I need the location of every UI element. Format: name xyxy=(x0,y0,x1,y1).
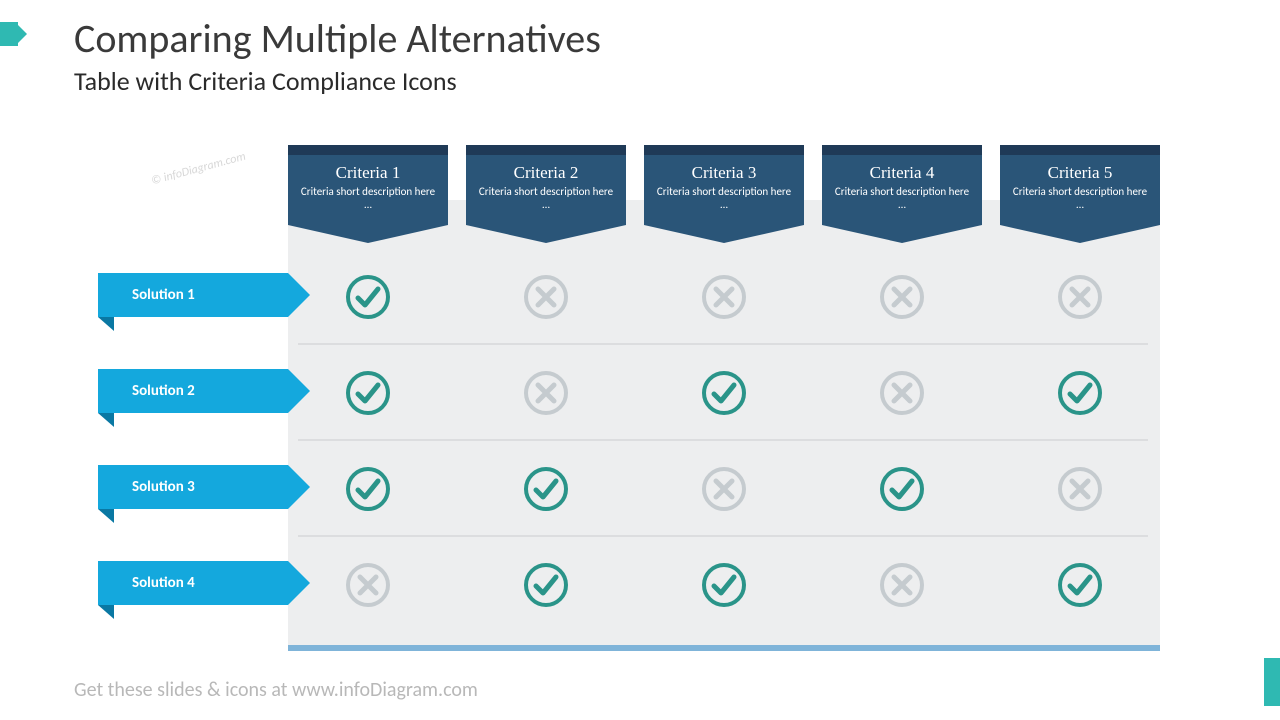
solution-label-wrap: Solution 1 xyxy=(98,273,288,317)
row-cells xyxy=(288,249,1160,345)
cross-circle-icon xyxy=(1056,465,1104,513)
compliance-cell xyxy=(288,369,448,417)
solution-label: Solution 3 xyxy=(98,465,288,509)
solution-label-wrap: Solution 2 xyxy=(98,369,288,413)
table-row: Solution 3 xyxy=(138,441,1168,537)
compliance-cell xyxy=(466,369,626,417)
solution-rows: Solution 1Solution 2Solution 3Solution 4 xyxy=(138,249,1168,633)
compliance-cell xyxy=(822,561,982,609)
table-row: Solution 4 xyxy=(138,537,1168,633)
compliance-cell xyxy=(822,465,982,513)
compliance-cell xyxy=(1000,561,1160,609)
check-circle-icon xyxy=(1056,561,1104,609)
title-block: Comparing Multiple Alternatives Table wi… xyxy=(74,14,601,97)
criteria-title: Criteria 3 xyxy=(654,163,794,183)
page-subtitle: Table with Criteria Compliance Icons xyxy=(74,65,601,97)
cross-circle-icon xyxy=(878,273,926,321)
cross-circle-icon xyxy=(878,561,926,609)
check-circle-icon xyxy=(522,561,570,609)
compliance-cell xyxy=(466,465,626,513)
criteria-title: Criteria 2 xyxy=(476,163,616,183)
cross-circle-icon xyxy=(878,369,926,417)
criteria-title: Criteria 4 xyxy=(832,163,972,183)
check-circle-icon xyxy=(522,465,570,513)
footer-text: Get these slides & icons at www.infoDiag… xyxy=(74,678,478,702)
check-circle-icon xyxy=(700,561,748,609)
compliance-cell xyxy=(644,561,804,609)
solution-label-wrap: Solution 4 xyxy=(98,561,288,605)
cross-circle-icon xyxy=(344,561,392,609)
row-cells xyxy=(288,441,1160,537)
left-edge-marker xyxy=(0,22,18,46)
criteria-desc: Criteria short description here … xyxy=(654,185,794,211)
compliance-cell xyxy=(822,369,982,417)
compliance-cell xyxy=(644,369,804,417)
check-circle-icon xyxy=(1056,369,1104,417)
compliance-cell xyxy=(288,273,448,321)
cross-circle-icon xyxy=(700,273,748,321)
row-cells xyxy=(288,345,1160,441)
right-edge-marker xyxy=(1264,658,1280,706)
page-title: Comparing Multiple Alternatives xyxy=(74,14,601,63)
check-circle-icon xyxy=(344,369,392,417)
check-circle-icon xyxy=(878,465,926,513)
criteria-desc: Criteria short description here … xyxy=(476,185,616,211)
cross-circle-icon xyxy=(522,369,570,417)
solution-label: Solution 1 xyxy=(98,273,288,317)
cross-circle-icon xyxy=(522,273,570,321)
criteria-header: Criteria 3Criteria short description her… xyxy=(644,145,804,231)
compliance-cell xyxy=(288,561,448,609)
solution-label: Solution 4 xyxy=(98,561,288,605)
compliance-cell xyxy=(644,465,804,513)
criteria-title: Criteria 5 xyxy=(1010,163,1150,183)
comparison-table: Criteria 1Criteria short description her… xyxy=(138,145,1168,645)
check-circle-icon xyxy=(344,465,392,513)
table-row: Solution 2 xyxy=(138,345,1168,441)
criteria-header: Criteria 2Criteria short description her… xyxy=(466,145,626,231)
criteria-header: Criteria 1Criteria short description her… xyxy=(288,145,448,231)
compliance-cell xyxy=(466,273,626,321)
criteria-desc: Criteria short description here … xyxy=(1010,185,1150,211)
row-cells xyxy=(288,537,1160,633)
criteria-desc: Criteria short description here … xyxy=(832,185,972,211)
criteria-header-row: Criteria 1Criteria short description her… xyxy=(288,145,1160,231)
table-row: Solution 1 xyxy=(138,249,1168,345)
solution-label-wrap: Solution 3 xyxy=(98,465,288,509)
cross-circle-icon xyxy=(1056,273,1104,321)
compliance-cell xyxy=(1000,465,1160,513)
compliance-cell xyxy=(822,273,982,321)
compliance-cell xyxy=(644,273,804,321)
criteria-header: Criteria 4Criteria short description her… xyxy=(822,145,982,231)
compliance-cell xyxy=(1000,273,1160,321)
compliance-cell xyxy=(1000,369,1160,417)
compliance-cell xyxy=(288,465,448,513)
solution-label: Solution 2 xyxy=(98,369,288,413)
check-circle-icon xyxy=(344,273,392,321)
criteria-title: Criteria 1 xyxy=(298,163,438,183)
compliance-cell xyxy=(466,561,626,609)
criteria-desc: Criteria short description here … xyxy=(298,185,438,211)
cross-circle-icon xyxy=(700,465,748,513)
check-circle-icon xyxy=(700,369,748,417)
criteria-header: Criteria 5Criteria short description her… xyxy=(1000,145,1160,231)
